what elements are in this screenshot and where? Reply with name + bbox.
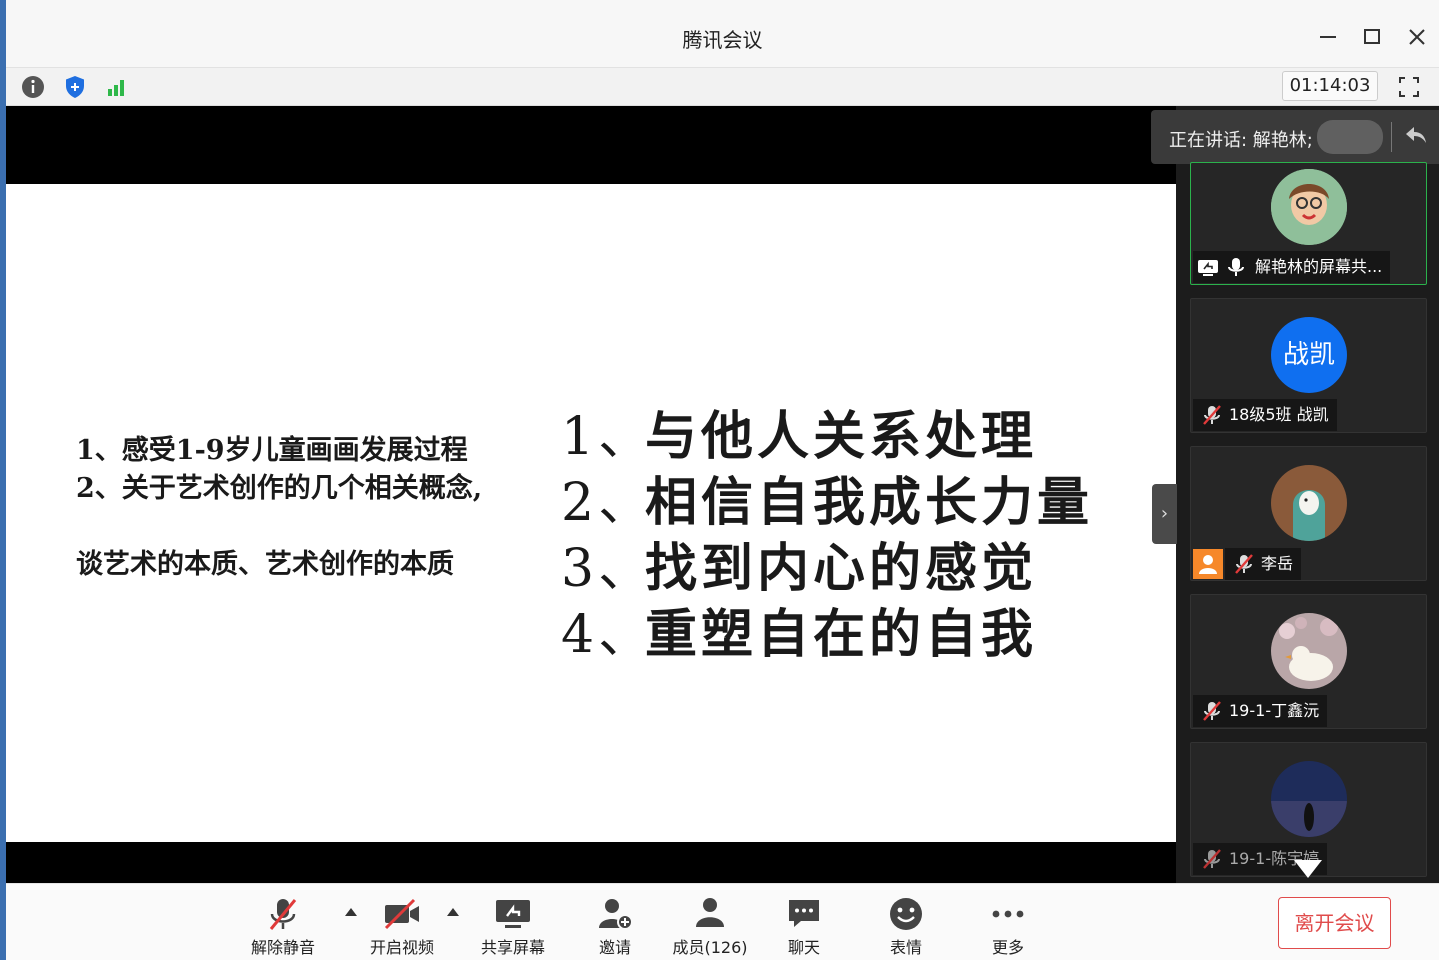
chat-button[interactable]: 聊天 [759,894,849,958]
participant-name-label: 解艳林的屏幕共... [1193,251,1391,283]
maximize-icon[interactable] [1358,22,1386,50]
participant-name-label: 18级5班 战凯 [1193,399,1337,431]
share-screen-button[interactable]: 共享屏幕 [468,894,558,958]
title-bar: 腾讯会议 [6,0,1439,68]
shield-icon[interactable] [62,74,88,100]
members-button[interactable]: 成员(126) [665,894,755,958]
participant-tile[interactable]: 19-1-丁鑫沅 [1190,594,1427,729]
share-screen-label: 共享屏幕 [480,938,545,957]
invite-button[interactable]: 邀请 [570,894,660,958]
shared-screen: 1、感受1-9岁儿童画画发展过程 2、关于艺术创作的几个相关概念, 谈艺术的本质… [6,106,1176,883]
host-badge-icon [1193,549,1223,579]
mic-muted-icon [1201,700,1223,722]
slide-topic-list: 1、与他人关系处理 2、相信自我成长力量 3、找到内心的感觉 4、重塑自在的自我 [561,404,1093,668]
meeting-timer: 01:14:03 [1282,71,1378,101]
slide-left-line: 1、感受1-9岁儿童画画发展过程 [76,435,468,466]
duck-avatar [1271,613,1347,689]
slide-left-line: 谈艺术的本质、艺术创作的本质 [76,549,454,580]
mic-muted-icon [1201,848,1223,870]
emoji-label: 表情 [889,938,922,957]
hoodie-avatar [1271,465,1347,541]
participant-tile[interactable]: 战凯 18级5班 战凯 [1190,298,1427,433]
start-video-label: 开启视频 [369,938,434,957]
leave-meeting-button[interactable]: 离开会议 [1278,897,1391,949]
invite-label: 邀请 [598,938,631,957]
video-options-caret-icon[interactable] [447,908,459,916]
avatar: 战凯 [1271,317,1347,393]
more-dots-icon [988,894,1028,934]
share-screen-icon [493,894,533,934]
unmute-button[interactable]: 解除静音 [238,894,328,958]
minimize-icon[interactable] [1314,22,1342,50]
more-label: 更多 [991,938,1024,957]
slide-left-text: 1、感受1-9岁儿童画画发展过程 2、关于艺术创作的几个相关概念, 谈艺术的本质… [76,432,482,584]
participant-name: 解艳林的屏幕共... [1255,257,1383,276]
info-icon[interactable] [20,74,46,100]
unmute-label: 解除静音 [250,938,315,957]
slide-topic-item: 2、相信自我成长力量 [561,472,1094,533]
start-video-button[interactable]: 开启视频 [357,894,447,958]
presentation-slide: 1、感受1-9岁儿童画画发展过程 2、关于艺术创作的几个相关概念, 谈艺术的本质… [6,184,1176,842]
scroll-down-icon[interactable] [1294,860,1322,878]
signal-icon[interactable] [104,74,130,100]
slide-topic-item: 1、与他人关系处理 [561,406,1038,467]
chat-icon [784,894,824,934]
mic-muted-icon [263,894,303,934]
participant-tile[interactable]: 李岳 [1190,446,1427,581]
smile-icon [886,894,926,934]
members-icon [690,894,730,934]
participant-name: 19-1-丁鑫沅 [1229,701,1320,720]
participant-name-label: 19-1-丁鑫沅 [1193,695,1328,727]
more-button[interactable]: 更多 [963,894,1053,958]
add-user-icon [595,894,635,934]
participant-name: 18级5班 战凯 [1229,405,1329,424]
status-bar: 01:14:03 [6,68,1439,106]
cartoon-avatar [1271,169,1347,245]
close-icon[interactable] [1403,22,1431,50]
participant-tile[interactable]: 解艳林的屏幕共... [1190,162,1427,285]
participant-name-label: 李岳 [1225,548,1302,580]
reply-arrow-icon[interactable] [1401,122,1431,152]
participant-tile[interactable]: 19-1-陈宇婷 [1190,742,1427,877]
chat-label: 聊天 [787,938,820,957]
blurred-name [1317,120,1383,154]
mic-icon [1225,256,1247,278]
speaking-label: 正在讲话: 解艳林; [1169,130,1313,151]
slide-left-line: 2、关于艺术创作的几个相关概念, [76,473,483,504]
speaking-indicator: 正在讲话: 解艳林; [1151,110,1439,164]
night-avatar [1271,761,1347,837]
video-off-icon [382,894,422,934]
slide-topic-item: 4、重塑自在的自我 [561,604,1038,665]
bottom-toolbar: 解除静音 开启视频 共享屏幕 邀请 成员(126) 聊天 表情 更多 离开会议 [6,883,1439,960]
screen-share-icon [1197,257,1219,277]
chevron-right-icon[interactable]: › [1152,484,1177,544]
emoji-button[interactable]: 表情 [861,894,951,958]
mic-muted-icon [1201,404,1223,426]
members-label: 成员(126) [672,938,748,957]
audio-options-caret-icon[interactable] [345,908,357,916]
fullscreen-icon[interactable] [1397,75,1421,99]
window-title: 腾讯会议 [682,28,763,52]
participant-name: 李岳 [1261,554,1294,573]
mic-muted-icon [1233,553,1255,575]
slide-topic-item: 3、找到内心的感觉 [561,538,1038,599]
